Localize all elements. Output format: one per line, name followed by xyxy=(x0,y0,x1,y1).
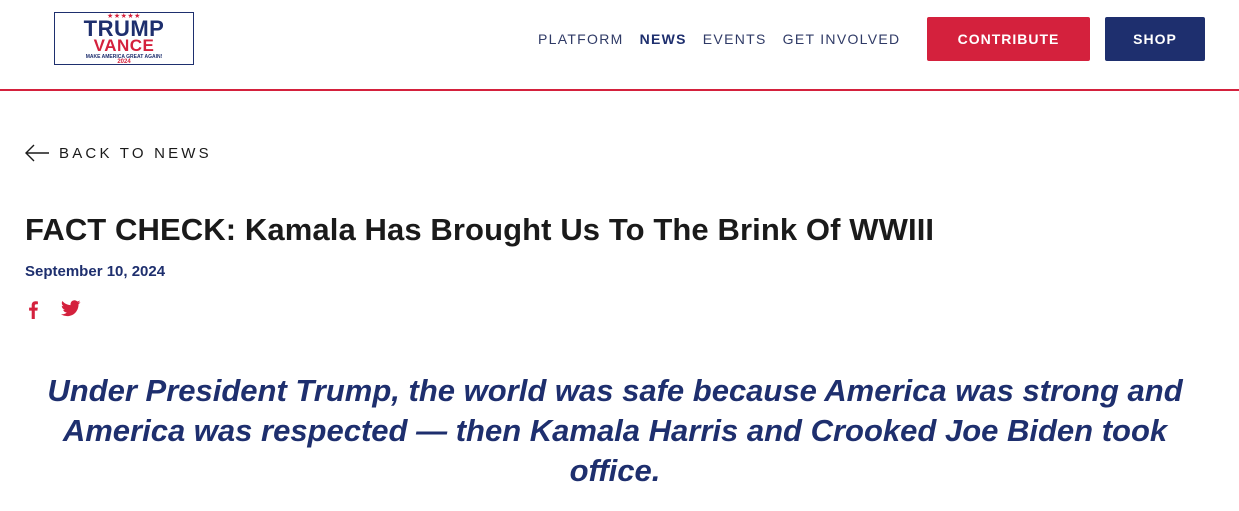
twitter-icon[interactable] xyxy=(61,300,81,319)
nav-item-events[interactable]: EVENTS xyxy=(703,30,767,48)
site-header: ★★★★★ TRUMP VANCE MAKE AMERICA GREAT AGA… xyxy=(0,0,1239,91)
trump-vance-logo[interactable]: ★★★★★ TRUMP VANCE MAKE AMERICA GREAT AGA… xyxy=(54,12,194,65)
nav-item-news[interactable]: NEWS xyxy=(640,30,687,48)
article-date: September 10, 2024 xyxy=(25,263,166,280)
logo-year: 2024 xyxy=(117,59,131,65)
contribute-button[interactable]: CONTRIBUTE xyxy=(927,17,1090,61)
nav-item-get-involved[interactable]: GET INVOLVED xyxy=(783,30,901,48)
social-share xyxy=(27,300,81,319)
article-title: FACT CHECK: Kamala Has Brought Us To The… xyxy=(25,212,935,247)
main-nav: PLATFORM NEWS EVENTS GET INVOLVED xyxy=(538,30,916,48)
shop-button[interactable]: SHOP xyxy=(1105,17,1205,61)
arrow-left-icon xyxy=(25,144,49,162)
article-pull-quote: Under President Trump, the world was saf… xyxy=(47,373,1183,488)
back-to-news-label: BACK TO NEWS xyxy=(59,144,212,162)
back-to-news-link[interactable]: BACK TO NEWS xyxy=(25,143,212,163)
facebook-icon[interactable] xyxy=(27,300,39,319)
nav-item-platform[interactable]: PLATFORM xyxy=(538,30,624,48)
logo-line-vance: VANCE xyxy=(93,36,155,55)
